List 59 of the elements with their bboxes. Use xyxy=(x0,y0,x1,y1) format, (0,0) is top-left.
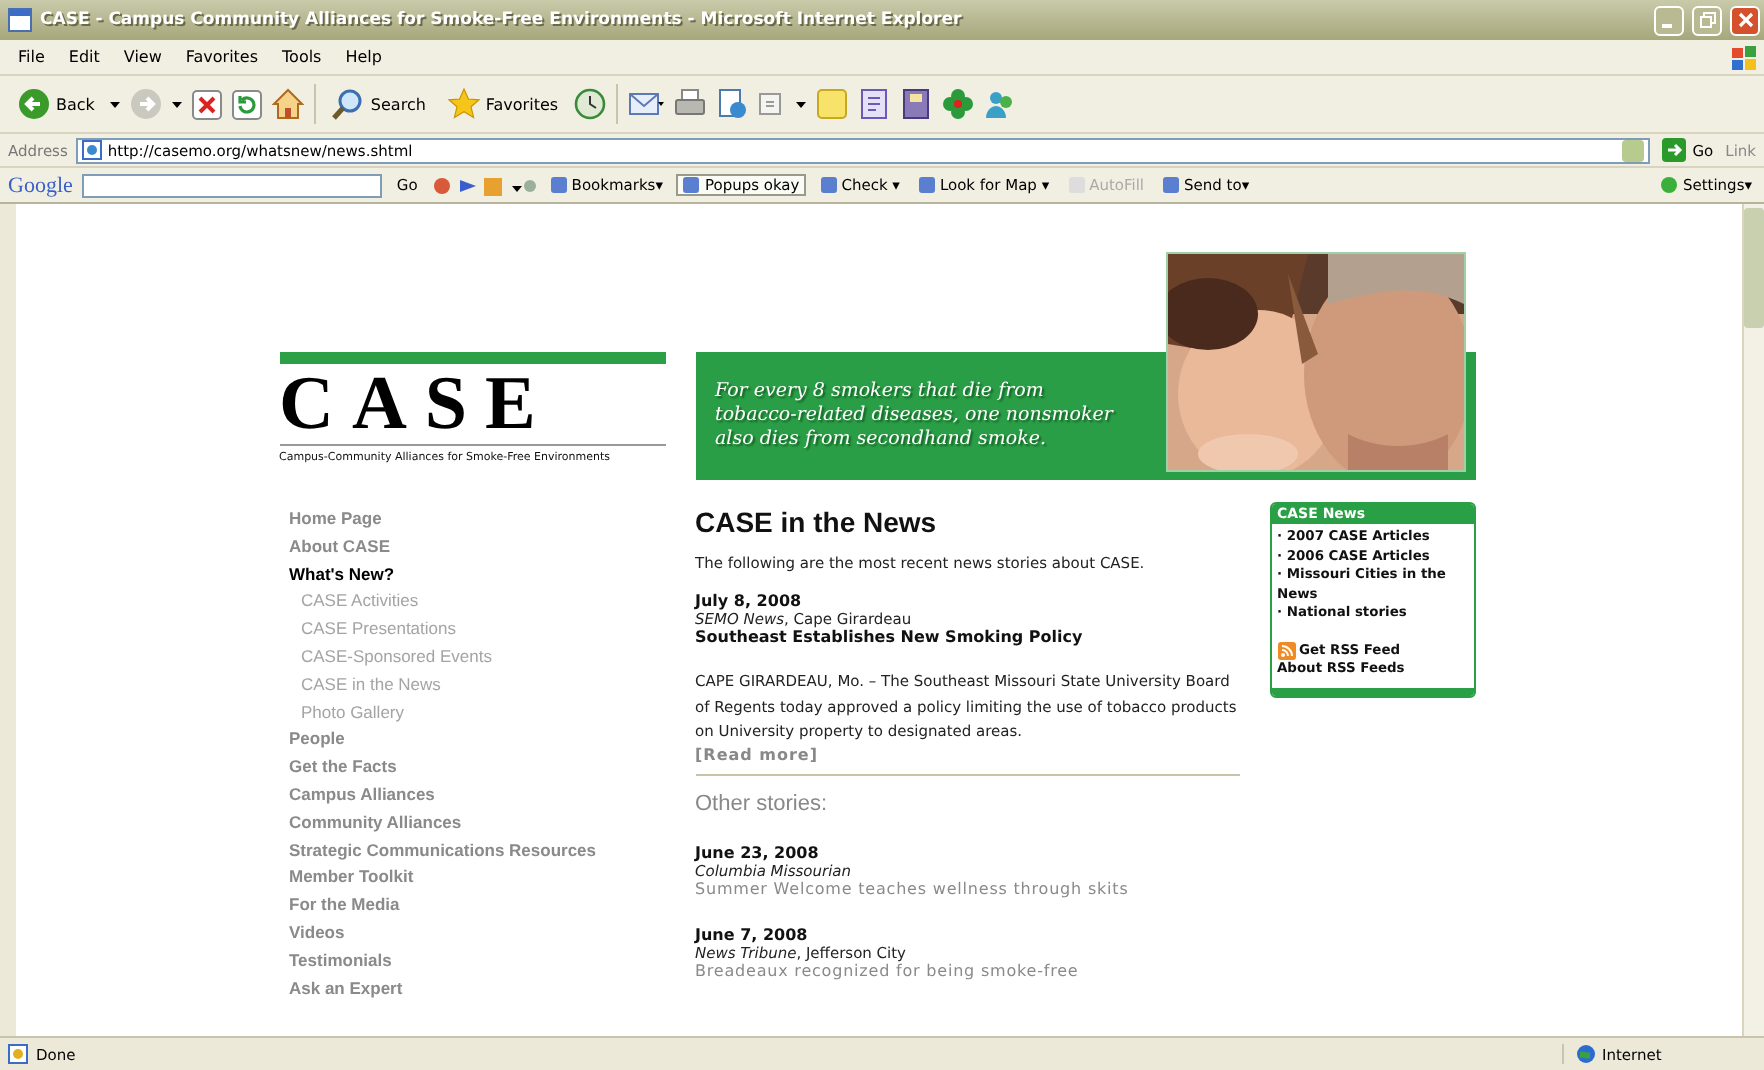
print-icon[interactable] xyxy=(674,88,707,120)
edit-icon[interactable] xyxy=(758,90,787,118)
search-field[interactable] xyxy=(82,173,383,197)
menu-item[interactable]: Edit xyxy=(58,46,110,68)
dropdown-button[interactable] xyxy=(1622,139,1645,161)
small-tool-icon xyxy=(1162,176,1181,194)
close-button[interactable] xyxy=(1730,5,1760,35)
menu-item[interactable]: View xyxy=(113,46,172,68)
page-icon xyxy=(81,140,102,160)
page-done-icon xyxy=(8,1044,28,1064)
google-logo: Google xyxy=(8,173,73,197)
small-tool-icon xyxy=(917,176,936,194)
story-headline: Southeast Establishes New Smoking Policy xyxy=(695,628,1085,646)
dropdown-caret-icon[interactable] xyxy=(796,101,807,107)
windows-flag-icon xyxy=(1732,45,1756,69)
settings-dot-icon xyxy=(1660,176,1679,194)
refresh-icon[interactable] xyxy=(232,89,263,119)
browser-icon xyxy=(8,8,32,32)
small-tool-icon xyxy=(549,176,568,194)
logo-title: CASE xyxy=(279,368,556,440)
small-tool-icon xyxy=(819,176,838,194)
clover-icon[interactable] xyxy=(942,88,975,120)
history-icon[interactable] xyxy=(574,88,607,120)
dropdown-caret-icon[interactable] xyxy=(172,101,183,107)
page-icon[interactable] xyxy=(716,88,749,120)
small-tool-icon xyxy=(682,176,701,194)
menu-item[interactable]: Favorites xyxy=(175,46,269,68)
rss-icon xyxy=(1277,641,1295,660)
home-icon[interactable] xyxy=(272,88,305,120)
story-date: June 23, 2008 xyxy=(695,843,821,861)
search-button[interactable]: Search xyxy=(326,84,432,124)
story-link[interactable]: Summer Welcome teaches wellness through skits xyxy=(695,879,1239,897)
book-icon[interactable] xyxy=(900,88,933,120)
stop-icon[interactable] xyxy=(192,89,223,119)
mail-icon[interactable] xyxy=(628,88,665,120)
banner-text: For every 8 smokers that die from tobacco-related diseases, one nonsmoker also dies from secondhand smoke. xyxy=(715,380,1115,452)
window-title: CASE - Campus Community Alliances for Smoke-Free Environments - Microsoft Internet Explorer xyxy=(40,10,964,30)
go-arrow-icon xyxy=(1662,138,1687,162)
section-heading: Other stories: xyxy=(695,791,830,815)
page-heading: CASE in the News xyxy=(695,506,939,538)
menu-item[interactable]: File xyxy=(8,46,55,68)
document-icon[interactable] xyxy=(858,88,891,120)
menu-item[interactable]: Tools xyxy=(272,46,332,68)
story-link[interactable]: Breadeaux recognized for being smoke-free xyxy=(695,961,1239,979)
close-icon[interactable] xyxy=(1737,12,1753,28)
toolbar-icons-drawing[interactable] xyxy=(431,173,536,197)
back-button[interactable]: Back xyxy=(12,84,101,124)
nav-link[interactable]: What's New? xyxy=(279,561,665,589)
dropdown-caret-icon[interactable] xyxy=(110,101,121,107)
search-icon[interactable] xyxy=(332,88,365,120)
scrollbar-thumb[interactable] xyxy=(1744,208,1764,328)
story-date: June 7, 2008 xyxy=(695,925,810,943)
favorites-button[interactable]: Favorites xyxy=(441,84,565,124)
story-date: July 8, 2008 xyxy=(695,592,804,610)
star-icon[interactable] xyxy=(447,88,480,120)
read-more-link[interactable]: [Read more] xyxy=(695,745,1239,763)
menu-item[interactable]: Help xyxy=(335,46,392,68)
globe-icon xyxy=(1576,1044,1596,1064)
people-icon[interactable] xyxy=(984,88,1017,120)
